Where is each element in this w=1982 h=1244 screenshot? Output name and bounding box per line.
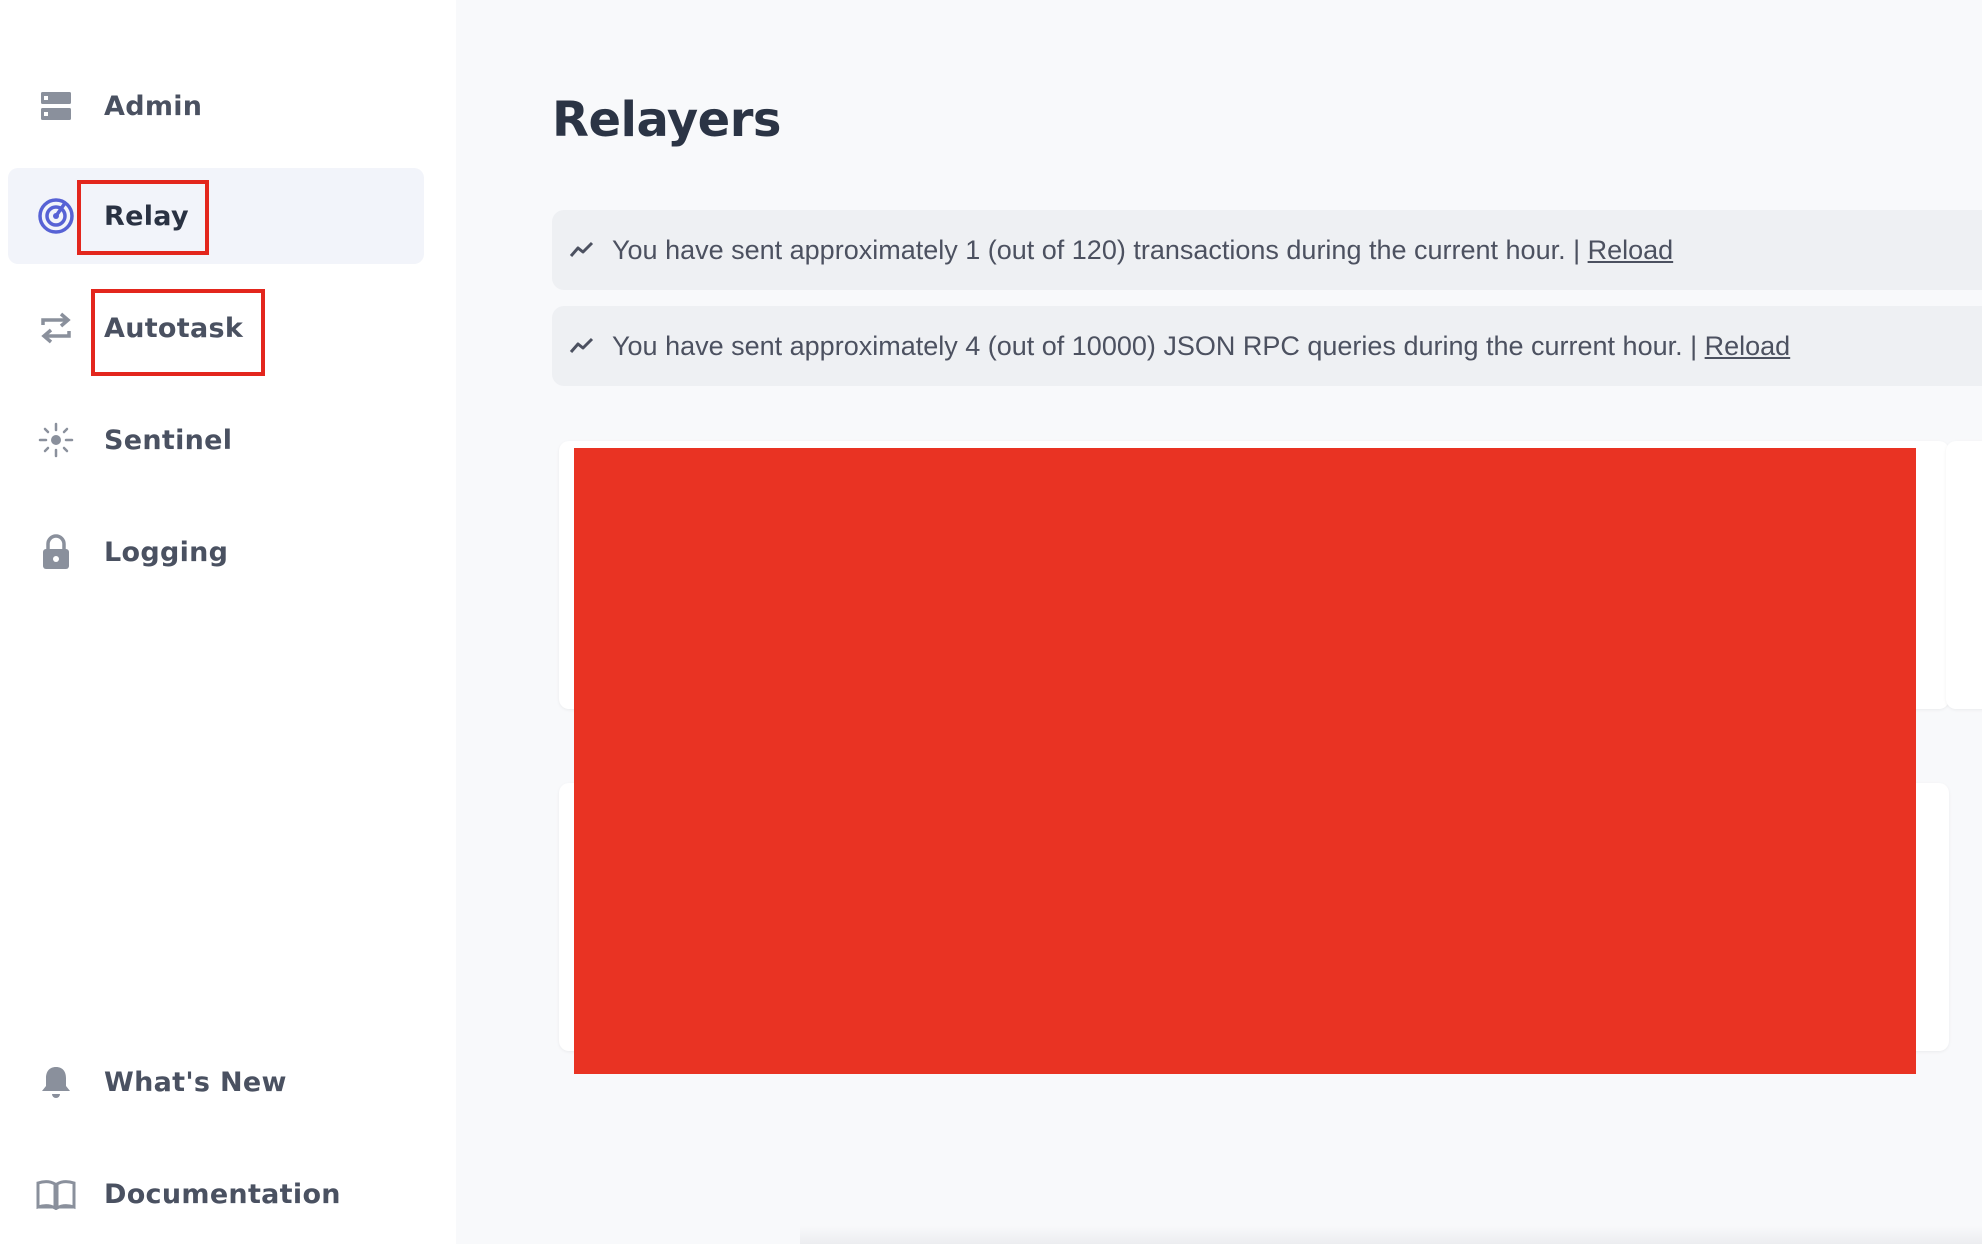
- reload-link[interactable]: Reload: [1705, 331, 1791, 361]
- sidebar-item-label: Logging: [104, 536, 229, 568]
- book-icon: [36, 1174, 76, 1214]
- sidebar-item-label: Relay: [104, 200, 189, 232]
- sidebar-item-label: Documentation: [104, 1178, 341, 1210]
- sidebar-item-relay[interactable]: Relay: [8, 168, 424, 264]
- trend-line-icon: [566, 234, 598, 266]
- sidebar-item-sentinel[interactable]: Sentinel: [8, 392, 424, 488]
- sentinel-icon: [36, 420, 76, 460]
- sidebar: Admin Relay Autotask Sentinel Logging Wh…: [0, 0, 456, 1244]
- bell-icon: [36, 1062, 76, 1102]
- json-rpc-usage-banner: You have sent approximately 4 (out of 10…: [552, 306, 1982, 386]
- sidebar-item-label: Sentinel: [104, 424, 233, 456]
- banner-text: You have sent approximately 4 (out of 10…: [612, 330, 1705, 361]
- bottom-shadow: [800, 1226, 1982, 1244]
- sidebar-item-documentation[interactable]: Documentation: [8, 1146, 424, 1242]
- reload-link[interactable]: Reload: [1588, 235, 1674, 265]
- sidebar-item-label: Admin: [104, 90, 203, 122]
- sidebar-item-label: Autotask: [104, 312, 244, 344]
- sidebar-item-admin[interactable]: Admin: [8, 58, 424, 154]
- repeat-arrows-icon: [36, 308, 76, 348]
- transactions-usage-banner: You have sent approximately 1 (out of 12…: [552, 210, 1982, 290]
- banner-message: You have sent approximately 1 (out of 12…: [612, 235, 1673, 266]
- banner-text: You have sent approximately 1 (out of 12…: [612, 234, 1588, 265]
- redacted-region: [574, 448, 1916, 1074]
- lock-icon: [36, 532, 76, 572]
- sidebar-item-autotask[interactable]: Autotask: [8, 280, 424, 376]
- page-title: Relayers: [552, 92, 781, 148]
- banner-message: You have sent approximately 4 (out of 10…: [612, 331, 1790, 362]
- sidebar-item-logging[interactable]: Logging: [8, 504, 424, 600]
- sidebar-item-whats-new[interactable]: What's New: [8, 1034, 424, 1130]
- trend-line-icon: [566, 330, 598, 362]
- server-icon: [36, 86, 76, 126]
- relay-target-icon: [36, 196, 76, 236]
- relayer-card[interactable]: [1946, 441, 1982, 709]
- sidebar-item-label: What's New: [104, 1066, 287, 1098]
